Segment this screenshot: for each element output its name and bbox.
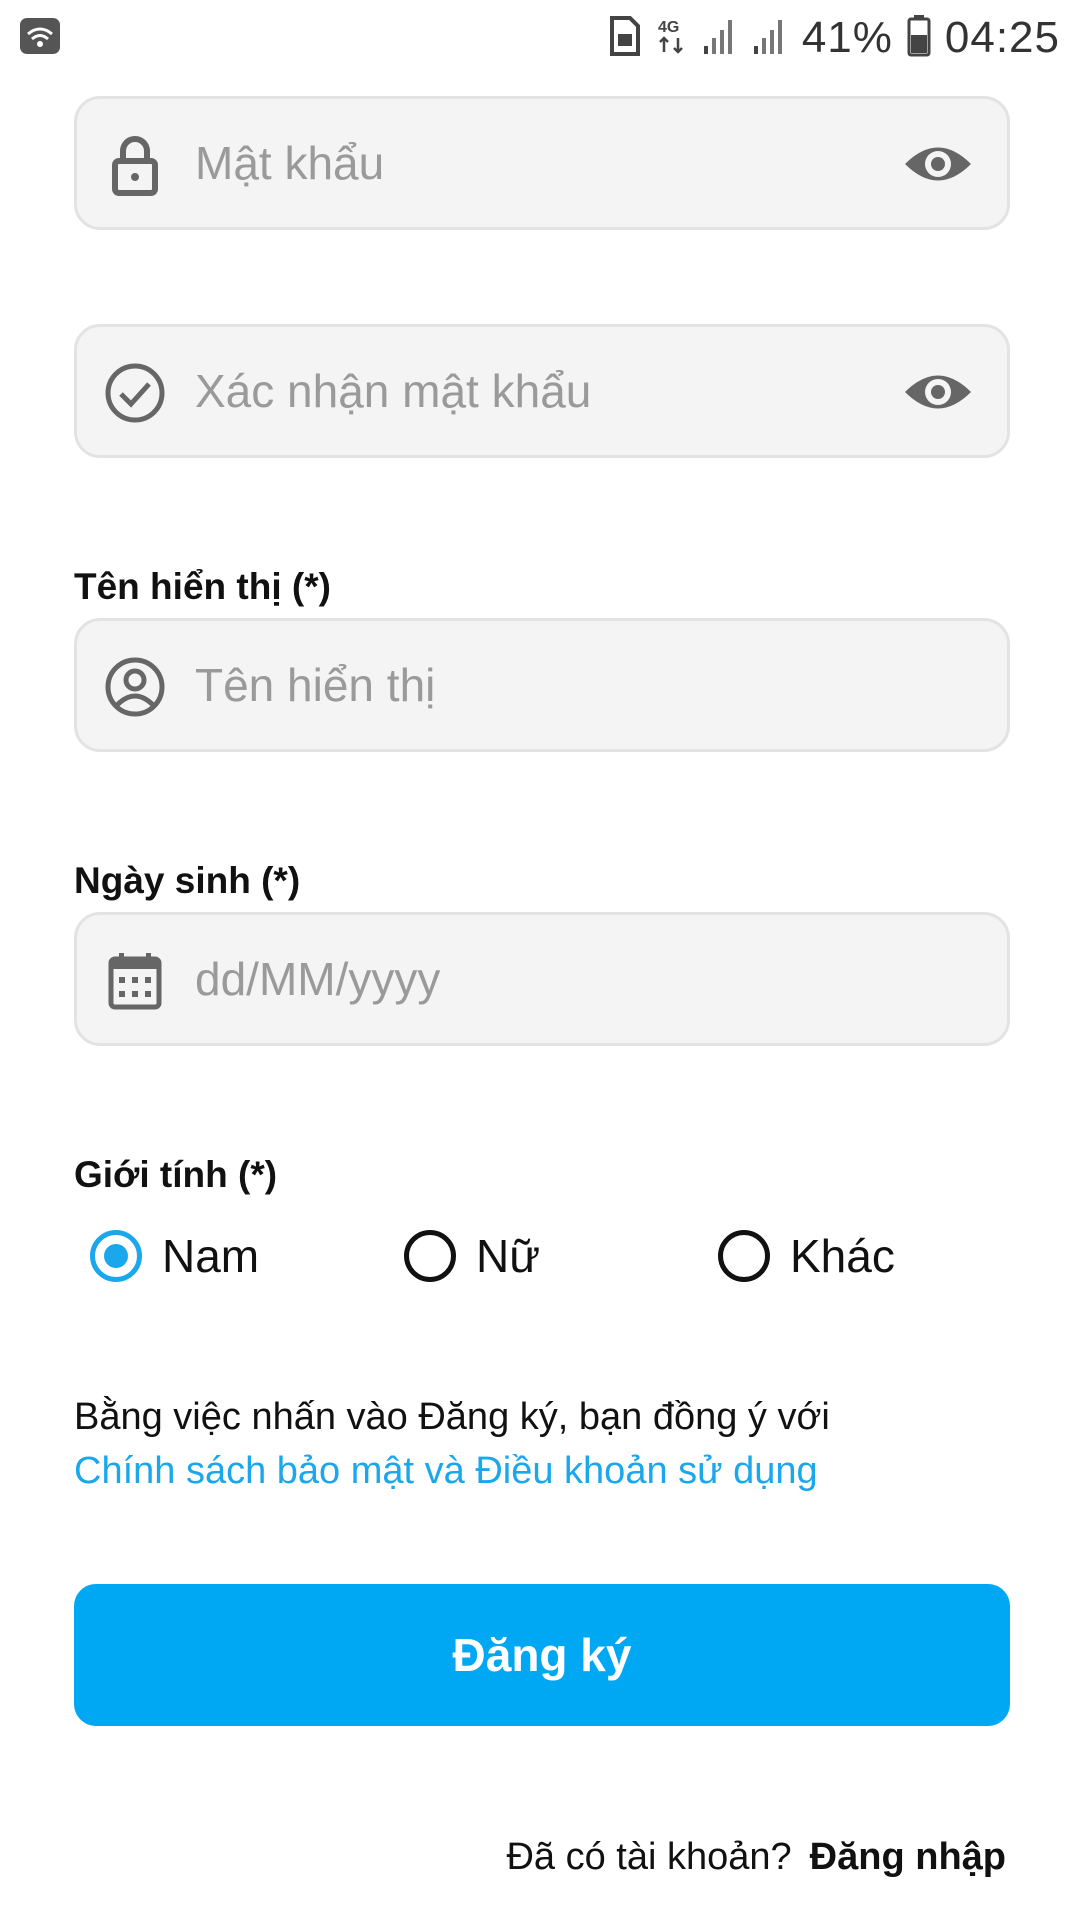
terms-link[interactable]: Chính sách bảo mật và Điều khoản sử dụng	[74, 1450, 818, 1493]
gender-label: Giới tính (*)	[74, 1154, 278, 1195]
gender-option-label: Nữ	[476, 1230, 541, 1282]
check-circle-icon	[103, 361, 167, 425]
confirm-password-placeholder: Xác nhận mật khẩu	[195, 365, 592, 417]
register-button[interactable]: Đăng ký	[74, 1584, 1010, 1726]
gender-radio-female[interactable]: Nữ	[404, 1216, 540, 1296]
display-name-field[interactable]: Tên hiển thị	[74, 618, 1010, 752]
login-row: Đã có tài khoản? Đăng nhập	[506, 1836, 1006, 1879]
eye-icon[interactable]	[903, 139, 973, 189]
signal-icon	[702, 16, 738, 61]
radio-unchecked-icon[interactable]	[404, 1230, 456, 1282]
network-4g-icon: 4G	[656, 16, 688, 61]
password-placeholder: Mật khẩu	[195, 137, 385, 189]
birthday-placeholder: dd/MM/yyyy	[195, 953, 441, 1005]
signal-icon	[752, 16, 788, 61]
display-name-placeholder: Tên hiển thị	[195, 659, 436, 711]
lock-icon	[103, 133, 167, 197]
calendar-icon	[103, 949, 167, 1013]
password-field[interactable]: Mật khẩu	[74, 96, 1010, 230]
clock: 04:25	[944, 13, 1060, 62]
terms-text: Bằng việc nhấn vào Đăng ký, bạn đồng ý v…	[74, 1396, 830, 1438]
eye-icon[interactable]	[903, 367, 973, 417]
birthday-label: Ngày sinh (*)	[74, 860, 301, 901]
sim-icon	[608, 15, 642, 61]
status-bar: 4G 41% 04:25	[0, 0, 1080, 76]
gender-option-label: Khác	[790, 1230, 895, 1282]
gender-radio-group: Nam Nữ Khác	[74, 1216, 1014, 1296]
radio-unchecked-icon[interactable]	[718, 1230, 770, 1282]
gender-radio-other[interactable]: Khác	[718, 1216, 895, 1296]
wifi-icon	[20, 18, 60, 59]
gender-radio-male[interactable]: Nam	[90, 1216, 259, 1296]
battery-percent: 41%	[801, 13, 893, 62]
login-prompt: Đã có tài khoản?	[506, 1836, 792, 1878]
confirm-password-field[interactable]: Xác nhận mật khẩu	[74, 324, 1010, 458]
radio-checked-icon[interactable]	[90, 1230, 142, 1282]
display-name-label: Tên hiển thị (*)	[74, 566, 331, 607]
birthday-field[interactable]: dd/MM/yyyy	[74, 912, 1010, 1046]
user-circle-icon	[103, 655, 167, 719]
gender-option-label: Nam	[162, 1230, 260, 1282]
svg-text:4G: 4G	[658, 19, 679, 36]
battery-icon	[907, 14, 931, 62]
login-link[interactable]: Đăng nhập	[810, 1836, 1006, 1879]
